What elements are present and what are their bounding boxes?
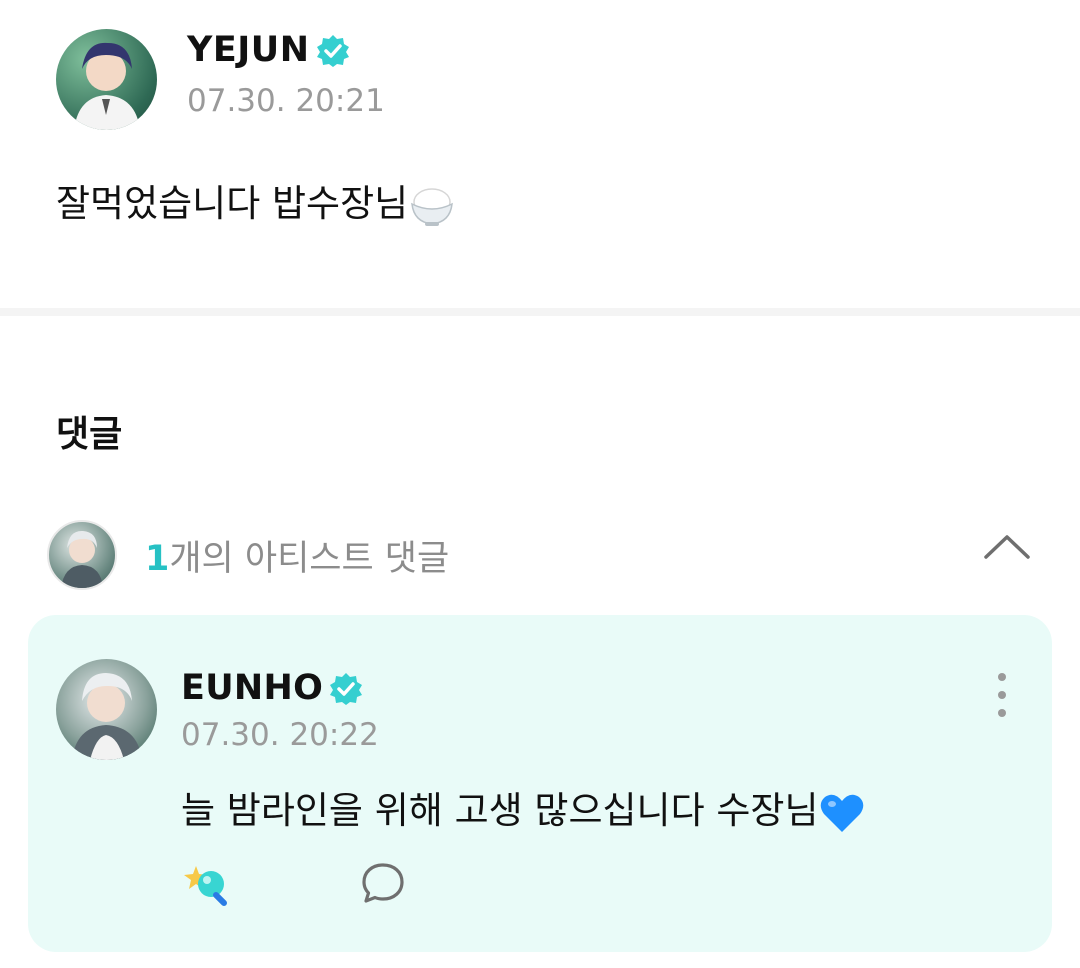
- post-body: 잘먹었습니다 밥수장님: [56, 173, 456, 228]
- chevron-up-icon[interactable]: [982, 532, 1032, 562]
- comment-author-name-text: EUNHO: [181, 668, 324, 708]
- artist-comment-count: 1: [145, 539, 170, 579]
- verified-badge-icon: [330, 673, 363, 705]
- verified-badge-icon: [316, 35, 349, 67]
- post-timestamp: 07.30. 20:21: [187, 83, 385, 119]
- comment-author-name[interactable]: EUNHO: [181, 668, 363, 708]
- artist-comment-avatar[interactable]: [47, 520, 117, 590]
- comment-body: 늘 밤라인을 위해 고생 많으십니다 수장님: [181, 780, 865, 834]
- section-divider: [0, 308, 1080, 316]
- comment-bubble-icon[interactable]: [360, 860, 406, 906]
- comment-timestamp: 07.30. 20:22: [181, 717, 379, 753]
- comment-body-text: 늘 밤라인을 위해 고생 많으십니다 수장님: [181, 789, 819, 832]
- comment-author-avatar[interactable]: [56, 659, 157, 760]
- artist-comment-summary[interactable]: 1개의 아티스트 댓글: [145, 530, 449, 581]
- post-author-name-text: YEJUN: [187, 30, 310, 70]
- rice-bowl-emoji: [411, 187, 454, 226]
- artist-comment-label: 개의 아티스트 댓글: [169, 539, 450, 579]
- comments-heading: 댓글: [56, 414, 123, 455]
- post-author-name[interactable]: YEJUN: [187, 30, 350, 70]
- more-vertical-icon[interactable]: [990, 670, 1014, 720]
- post-author-avatar[interactable]: [56, 29, 157, 130]
- blue-heart-emoji: [820, 794, 863, 832]
- reaction-icon[interactable]: [182, 860, 230, 906]
- post-body-text: 잘먹었습니다 밥수장님: [56, 182, 409, 225]
